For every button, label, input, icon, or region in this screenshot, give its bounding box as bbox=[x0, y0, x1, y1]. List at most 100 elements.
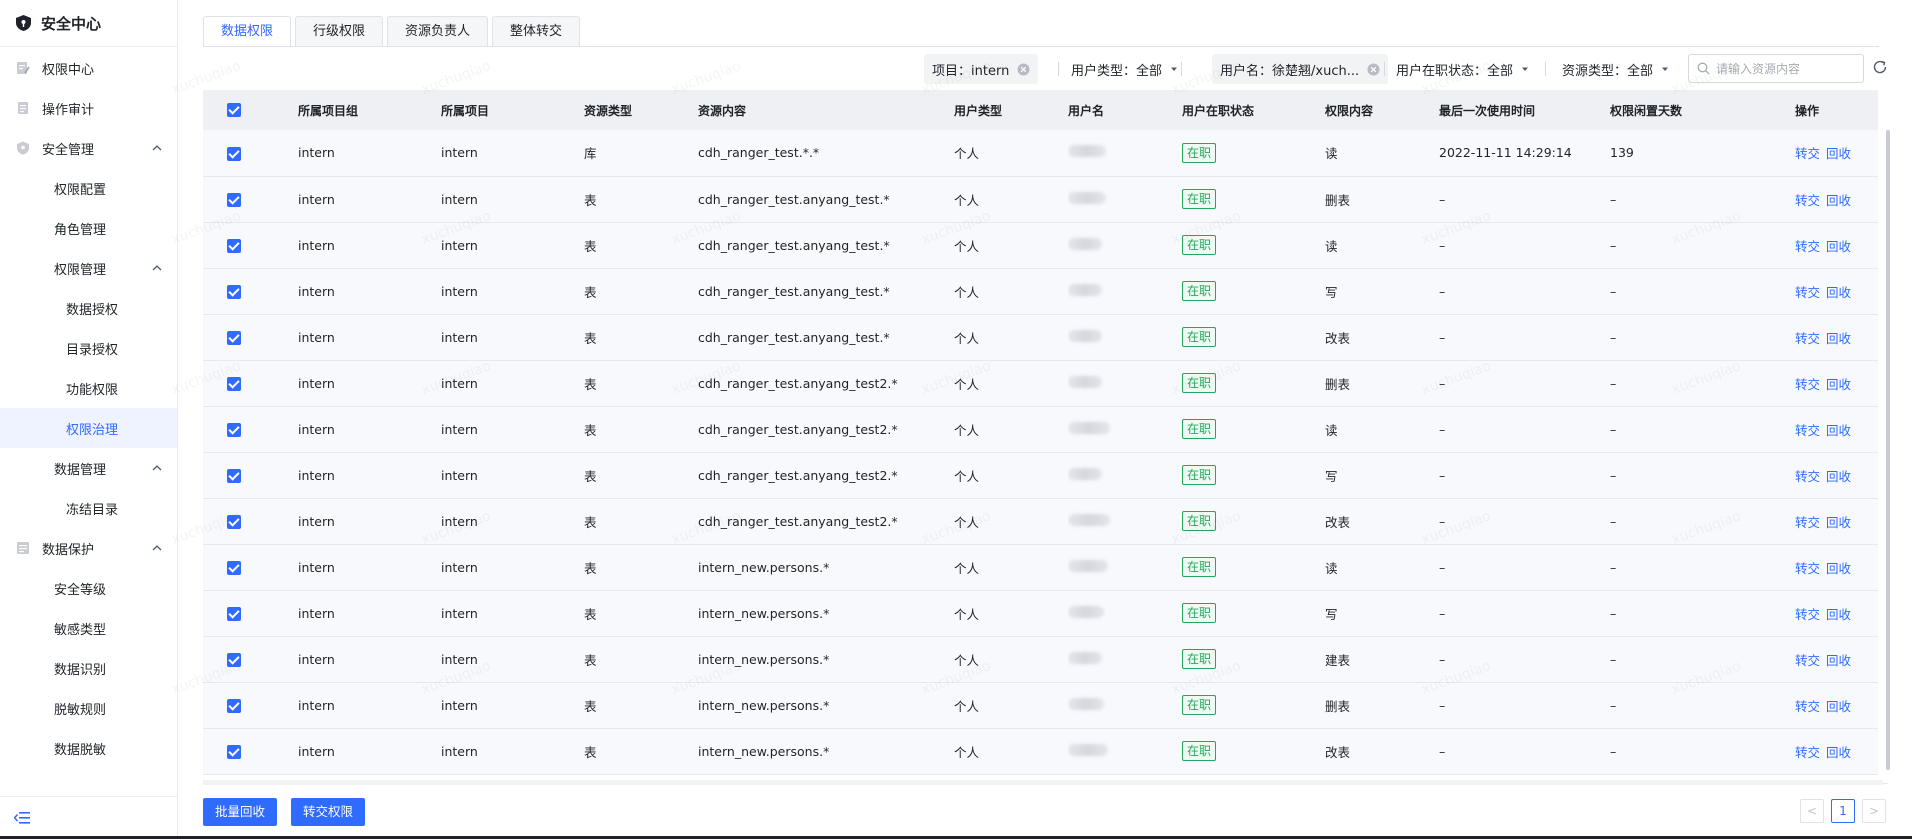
transfer-link[interactable]: 转交 bbox=[1795, 561, 1820, 576]
chevron-up-icon[interactable] bbox=[151, 262, 163, 274]
revoke-link[interactable]: 回收 bbox=[1826, 607, 1851, 622]
row-checkbox[interactable] bbox=[227, 422, 241, 437]
sidebar-item[interactable]: 安全等级 bbox=[0, 568, 177, 608]
transfer-link[interactable]: 转交 bbox=[1795, 699, 1820, 714]
table-row[interactable]: intern intern 表 cdh_ranger_test.anyang_test… bbox=[203, 314, 1878, 360]
revoke-link[interactable]: 回收 bbox=[1826, 745, 1851, 760]
horizontal-scrollbar[interactable] bbox=[203, 780, 1883, 785]
row-checkbox[interactable] bbox=[227, 698, 241, 713]
transfer-permission-button[interactable]: 转交权限 bbox=[291, 798, 366, 826]
sidebar-item[interactable]: 脱敏规则 bbox=[0, 688, 177, 728]
transfer-link[interactable]: 转交 bbox=[1795, 146, 1820, 161]
chevron-up-icon[interactable] bbox=[151, 542, 163, 554]
tab-1[interactable]: 行级权限 bbox=[295, 16, 384, 47]
transfer-link[interactable]: 转交 bbox=[1795, 423, 1820, 438]
select-all-checkbox[interactable] bbox=[227, 103, 241, 118]
filter-chip-username[interactable]: 用户名：徐楚翘/xuch... bbox=[1212, 54, 1389, 84]
row-checkbox[interactable] bbox=[227, 652, 241, 667]
revoke-link[interactable]: 回收 bbox=[1826, 561, 1851, 576]
sidebar-item[interactable]: 角色管理 bbox=[0, 208, 177, 248]
sidebar-item[interactable]: 安全管理 bbox=[0, 128, 177, 168]
filter-employment[interactable]: 用户在职状态：全部 bbox=[1396, 54, 1529, 84]
transfer-link[interactable]: 转交 bbox=[1795, 285, 1820, 300]
table-row[interactable]: intern intern 表 cdh_ranger_test.anyang_test… bbox=[203, 176, 1878, 222]
sidebar-item[interactable]: 数据脱敏 bbox=[0, 728, 177, 768]
sidebar-item[interactable]: 敏感类型 bbox=[0, 608, 177, 648]
row-checkbox[interactable] bbox=[227, 560, 241, 575]
prev-page-button[interactable]: < bbox=[1800, 799, 1824, 823]
revoke-link[interactable]: 回收 bbox=[1826, 469, 1851, 484]
batch-revoke-button[interactable]: 批量回收 bbox=[203, 798, 278, 826]
clear-icon[interactable] bbox=[1017, 63, 1030, 76]
clear-icon[interactable] bbox=[1367, 63, 1380, 76]
filter-user-type[interactable]: 用户类型：全部 bbox=[1071, 54, 1178, 84]
table-row[interactable]: intern intern 表 cdh_ranger_test.anyang_test… bbox=[203, 452, 1878, 498]
sidebar-item[interactable]: 数据授权 bbox=[0, 288, 177, 328]
revoke-link[interactable]: 回收 bbox=[1826, 146, 1851, 161]
revoke-link[interactable]: 回收 bbox=[1826, 285, 1851, 300]
transfer-link[interactable]: 转交 bbox=[1795, 331, 1820, 346]
sidebar-item[interactable]: 权限中心 bbox=[0, 48, 177, 88]
search-box[interactable] bbox=[1688, 54, 1864, 83]
sidebar-item[interactable]: 数据保护 bbox=[0, 528, 177, 568]
table-row[interactable]: intern intern 表 cdh_ranger_test.anyang_test… bbox=[203, 360, 1878, 406]
search-input[interactable] bbox=[1716, 61, 1856, 76]
table-row[interactable]: intern intern 表 intern_new.persons.* 个人 在职 删表 –… bbox=[203, 682, 1878, 728]
tab-3[interactable]: 整体转交 bbox=[492, 16, 581, 47]
sidebar-item[interactable]: 权限管理 bbox=[0, 248, 177, 288]
revoke-link[interactable]: 回收 bbox=[1826, 377, 1851, 392]
chevron-up-icon[interactable] bbox=[151, 462, 163, 474]
revoke-link[interactable]: 回收 bbox=[1826, 193, 1851, 208]
row-checkbox[interactable] bbox=[227, 238, 241, 253]
sidebar-item[interactable]: 目录授权 bbox=[0, 328, 177, 368]
row-checkbox[interactable] bbox=[227, 330, 241, 345]
table-row[interactable]: intern intern 库 cdh_ranger_test.*.* 个人 在职 读 202… bbox=[203, 130, 1878, 176]
chevron-up-icon[interactable] bbox=[151, 142, 163, 154]
table-row[interactable]: intern intern 表 cdh_ranger_test.anyang_test… bbox=[203, 268, 1878, 314]
row-checkbox[interactable] bbox=[227, 606, 241, 621]
collapse-menu-icon[interactable] bbox=[14, 811, 30, 825]
revoke-link[interactable]: 回收 bbox=[1826, 423, 1851, 438]
filter-chip-project[interactable]: 项目：intern bbox=[924, 54, 1039, 84]
transfer-link[interactable]: 转交 bbox=[1795, 653, 1820, 668]
revoke-link[interactable]: 回收 bbox=[1826, 653, 1851, 668]
row-checkbox[interactable] bbox=[227, 744, 241, 759]
transfer-link[interactable]: 转交 bbox=[1795, 239, 1820, 254]
sidebar-item[interactable]: 权限配置 bbox=[0, 168, 177, 208]
table-row[interactable]: intern intern 表 intern_new.persons.* 个人 在职 改表 –… bbox=[203, 728, 1878, 774]
table-row[interactable]: intern intern 表 intern_new.persons.* 个人 在职 写 – –… bbox=[203, 590, 1878, 636]
row-checkbox[interactable] bbox=[227, 284, 241, 299]
sidebar-item[interactable]: 操作审计 bbox=[0, 88, 177, 128]
transfer-link[interactable]: 转交 bbox=[1795, 469, 1820, 484]
next-page-button[interactable]: > bbox=[1862, 799, 1886, 823]
table-row[interactable]: intern intern 表 intern_new.persons.* 个人 在职 建表 –… bbox=[203, 636, 1878, 682]
transfer-link[interactable]: 转交 bbox=[1795, 377, 1820, 392]
sidebar-item[interactable]: 权限治理 bbox=[0, 408, 177, 448]
transfer-link[interactable]: 转交 bbox=[1795, 193, 1820, 208]
row-checkbox[interactable] bbox=[227, 146, 241, 161]
revoke-link[interactable]: 回收 bbox=[1826, 515, 1851, 530]
row-checkbox[interactable] bbox=[227, 192, 241, 207]
row-checkbox[interactable] bbox=[227, 468, 241, 483]
sidebar-item[interactable]: 功能权限 bbox=[0, 368, 177, 408]
revoke-link[interactable]: 回收 bbox=[1826, 699, 1851, 714]
table-row[interactable]: intern intern 表 intern_new.persons.* 个人 在职 读 – –… bbox=[203, 544, 1878, 590]
vertical-scrollbar[interactable] bbox=[1886, 130, 1890, 770]
tab-2[interactable]: 资源负责人 bbox=[387, 16, 489, 47]
sidebar-item[interactable]: 数据识别 bbox=[0, 648, 177, 688]
table-row[interactable]: intern intern 表 cdh_ranger_test.anyang_test… bbox=[203, 222, 1878, 268]
page-number-button[interactable]: 1 bbox=[1831, 799, 1855, 823]
transfer-link[interactable]: 转交 bbox=[1795, 515, 1820, 530]
refresh-icon[interactable] bbox=[1872, 59, 1888, 75]
sidebar-item[interactable]: 数据管理 bbox=[0, 448, 177, 488]
row-checkbox[interactable] bbox=[227, 514, 241, 529]
transfer-link[interactable]: 转交 bbox=[1795, 607, 1820, 622]
table-row[interactable]: intern intern 表 cdh_ranger_test.anyang_test… bbox=[203, 498, 1878, 544]
sidebar-item[interactable]: 冻结目录 bbox=[0, 488, 177, 528]
row-checkbox[interactable] bbox=[227, 376, 241, 391]
revoke-link[interactable]: 回收 bbox=[1826, 331, 1851, 346]
filter-resource-type[interactable]: 资源类型：全部 bbox=[1562, 54, 1669, 84]
transfer-link[interactable]: 转交 bbox=[1795, 745, 1820, 760]
revoke-link[interactable]: 回收 bbox=[1826, 239, 1851, 254]
table-row[interactable]: intern intern 表 cdh_ranger_test.anyang_test… bbox=[203, 406, 1878, 452]
